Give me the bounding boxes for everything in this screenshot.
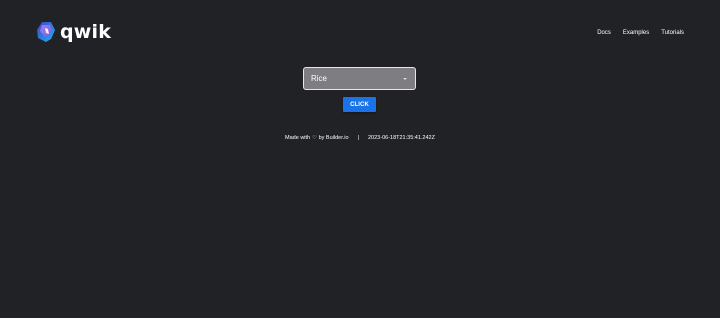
footer-separator: |	[357, 135, 359, 141]
nav-link-examples[interactable]: Examples	[623, 30, 649, 36]
footer-credit[interactable]: Made with ♡ by Builder.io	[285, 135, 349, 142]
qwik-logo[interactable]: qwik	[36, 21, 111, 43]
footer-made-prefix: Made with	[285, 135, 311, 141]
select-value: Rice	[311, 74, 328, 83]
qwik-logo-icon	[37, 22, 55, 42]
nav-link-docs[interactable]: Docs	[597, 30, 611, 36]
top-nav: Docs Examples Tutorials	[597, 30, 684, 36]
click-button[interactable]: CLICK	[343, 97, 376, 112]
page: qwik Docs Examples Tutorials Rice CLICK …	[0, 0, 720, 318]
footer-timestamp: 2023-06-18T21:35:41.242Z	[368, 135, 435, 141]
nav-link-tutorials[interactable]: Tutorials	[661, 30, 684, 36]
footer: Made with ♡ by Builder.io | 2023-06-18T2…	[0, 135, 720, 142]
heart-icon: ♡	[312, 135, 317, 142]
logo-text: qwik	[60, 20, 112, 43]
footer-made-suffix: by Builder.io	[318, 135, 349, 141]
food-select[interactable]: Rice	[303, 67, 416, 90]
chevron-down-icon	[403, 77, 407, 80]
